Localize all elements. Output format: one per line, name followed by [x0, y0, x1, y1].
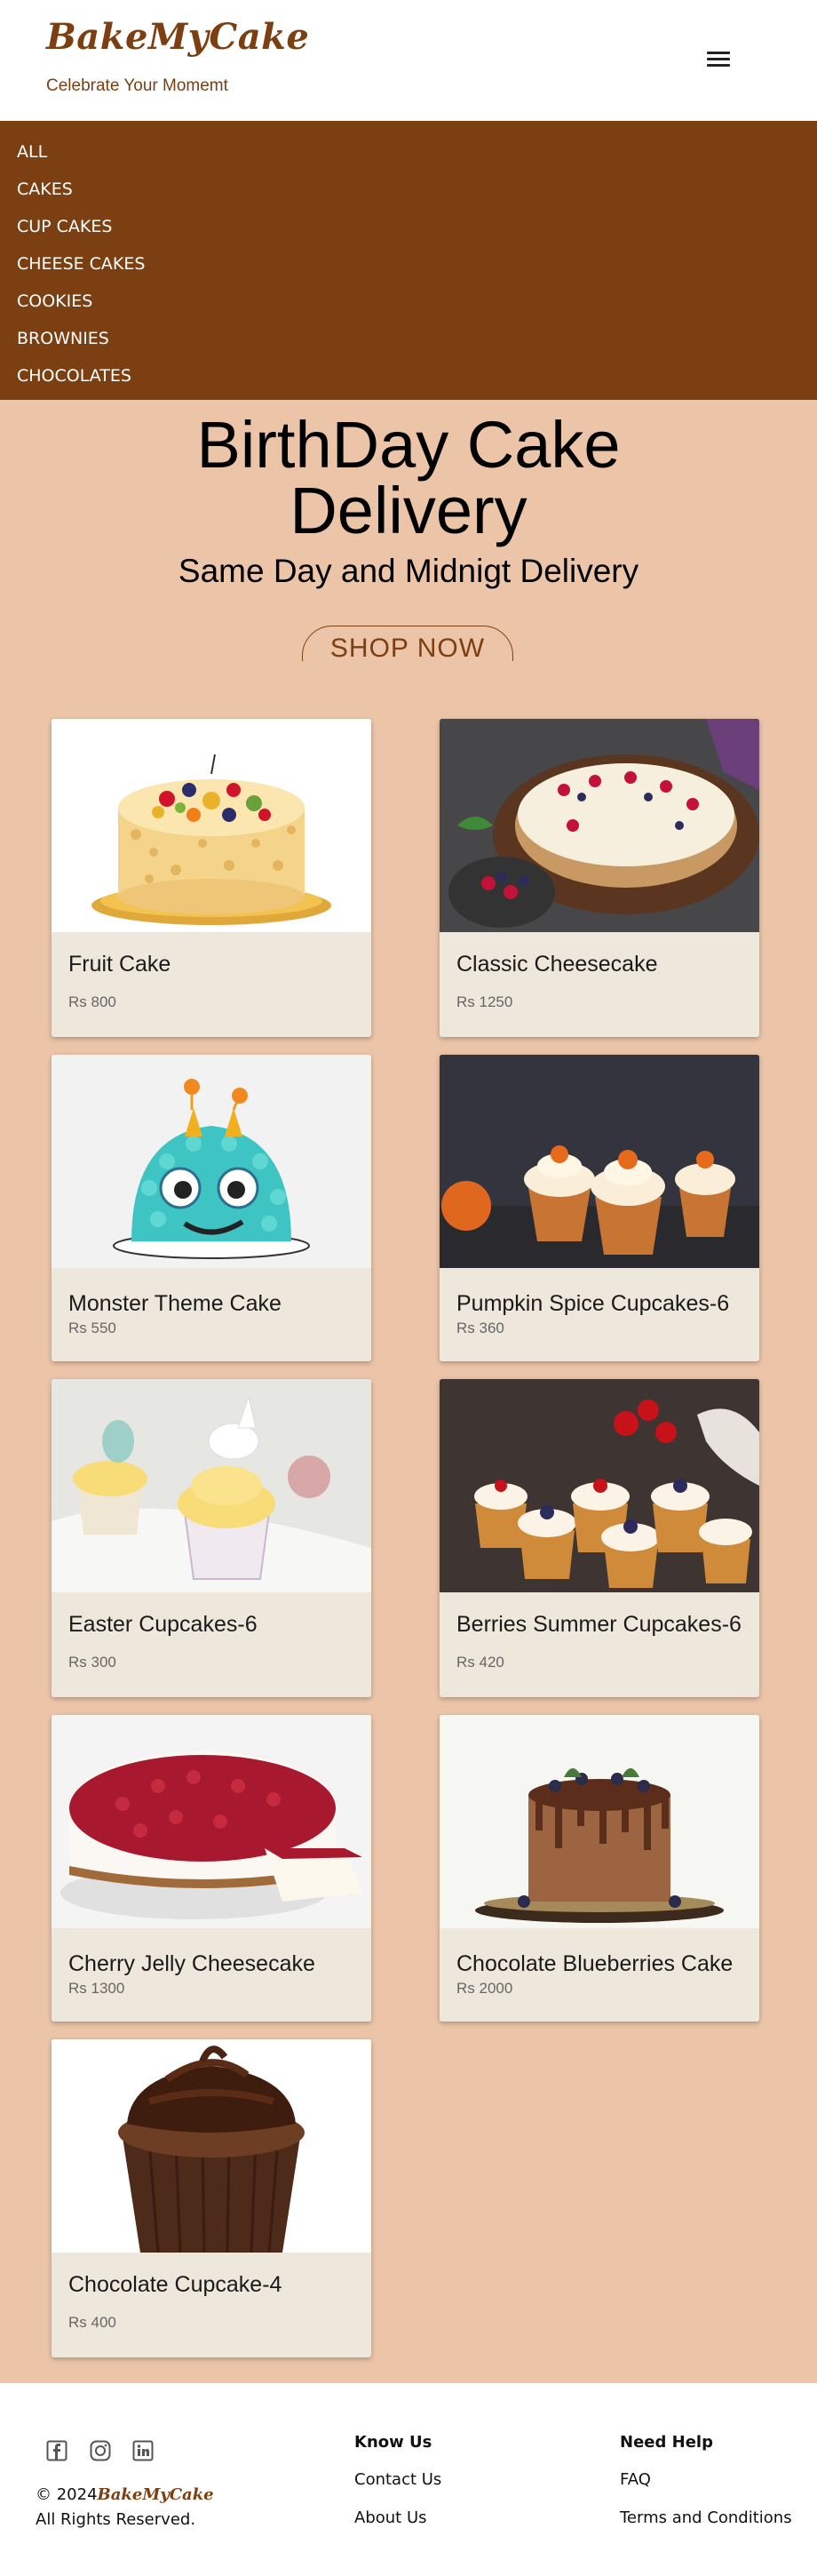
product-image-pumpkin-spice-cupcakes — [440, 1055, 759, 1268]
product-card[interactable]: Cherry Jelly Cheesecake Rs 1300 — [52, 1715, 371, 2022]
hero-subtitle: Same Day and Midnigt Delivery — [178, 553, 639, 589]
nav-item-chocolates[interactable]: CHOCOLATES — [0, 357, 817, 395]
hero-title: BirthDay Cake Delivery — [196, 408, 621, 547]
shop-now-button-wrap: SHOP NOW — [302, 626, 517, 661]
product-price: Rs 800 — [68, 993, 116, 1010]
copyright-prefix: © 2024 — [36, 2485, 98, 2504]
product-card[interactable]: Chocolate Cupcake-4 Rs 400 — [52, 2039, 371, 2357]
copyright: © 2024BakeMyCake All Rights Reserved. — [36, 2483, 214, 2532]
product-name: Monster Theme Cake — [68, 1291, 282, 1316]
facebook-icon[interactable] — [46, 2440, 67, 2461]
footer-link-terms[interactable]: Terms and Conditions — [620, 2508, 792, 2527]
product-name: Cherry Jelly Cheesecake — [68, 1951, 315, 1976]
product-card[interactable]: Fruit Cake Rs 800 — [52, 719, 371, 1037]
product-image-chocolate-blueberries-cake — [440, 1715, 759, 1928]
product-name: Chocolate Cupcake-4 — [68, 2272, 282, 2297]
product-image-berries-summer-cupcakes — [440, 1379, 759, 1592]
product-name: Fruit Cake — [68, 952, 171, 977]
product-name-clip: Chocolate Blueberries Cake — [440, 1951, 759, 1976]
product-name-clip: Cherry Jelly Cheesecake — [52, 1951, 371, 1976]
brand-logo[interactable]: BakeMyCake — [46, 16, 309, 58]
linkedin-icon[interactable] — [132, 2440, 154, 2461]
nav-item-cheese-cakes[interactable]: CHEESE CAKES — [0, 245, 817, 283]
rights-text: All Rights Reserved. — [36, 2510, 196, 2529]
product-price: Rs 1300 — [68, 1980, 125, 1997]
main-content: BirthDay Cake Delivery Same Day and Midn… — [0, 400, 817, 2383]
product-card[interactable]: Easter Cupcakes-6 Rs 300 — [52, 1379, 371, 1697]
footer-link-contact-us[interactable]: Contact Us — [354, 2470, 441, 2489]
nav-item-brownies[interactable]: BROWNIES — [0, 320, 817, 357]
product-price: Rs 1250 — [456, 993, 513, 1010]
hero-section: BirthDay Cake Delivery Same Day and Midn… — [0, 400, 817, 590]
product-image-classic-cheesecake — [440, 719, 759, 932]
site-header: BakeMyCake Celebrate Your Momemt — [0, 0, 817, 121]
product-image-fruit-cake — [52, 719, 371, 932]
product-card[interactable]: Chocolate Blueberries Cake Rs 2000 — [440, 1715, 759, 2022]
product-card[interactable]: Classic Cheesecake Rs 1250 — [440, 719, 759, 1037]
nav-item-cup-cakes[interactable]: CUP CAKES — [0, 208, 817, 245]
product-card[interactable]: Berries Summer Cupcakes-6 Rs 420 — [440, 1379, 759, 1697]
product-price: Rs 360 — [456, 1320, 504, 1336]
instagram-icon[interactable] — [90, 2440, 111, 2461]
footer-heading-need-help: Need Help — [620, 2433, 713, 2452]
footer-heading-know-us: Know Us — [354, 2433, 432, 2452]
product-card[interactable]: Monster Theme Cake Rs 550 — [52, 1055, 371, 1361]
product-name: Classic Cheesecake — [456, 952, 658, 977]
site-footer: © 2024BakeMyCake All Rights Reserved. Kn… — [0, 2383, 817, 2576]
product-price: Rs 2000 — [456, 1980, 513, 1997]
product-image-chocolate-cupcake — [52, 2039, 371, 2253]
nav-item-cakes[interactable]: CAKES — [0, 171, 817, 208]
nav-item-all[interactable]: ALL — [0, 133, 817, 171]
product-image-cherry-jelly-cheesecake — [52, 1715, 371, 1928]
product-price: Rs 400 — [68, 2314, 116, 2331]
product-name: Chocolate Blueberries Cake — [456, 1951, 734, 1976]
footer-link-about-us[interactable]: About Us — [354, 2508, 427, 2527]
brand-tagline: Celebrate Your Momemt — [46, 76, 228, 95]
category-nav: ALL CAKES CUP CAKES CHEESE CAKES COOKIES… — [0, 121, 817, 400]
hamburger-menu-icon[interactable] — [707, 52, 730, 69]
product-price: Rs 300 — [68, 1654, 116, 1671]
product-name: Pumpkin Spice Cupcakes-6 — [456, 1291, 730, 1316]
product-name-clip: Pumpkin Spice Cupcakes-6 — [440, 1291, 759, 1316]
product-price: Rs 420 — [456, 1654, 504, 1671]
shop-now-button[interactable]: SHOP NOW — [302, 626, 513, 661]
product-name: Berries Summer Cupcakes-6 — [456, 1612, 742, 1637]
product-card[interactable]: Pumpkin Spice Cupcakes-6 Rs 360 — [440, 1055, 759, 1361]
footer-link-faq[interactable]: FAQ — [620, 2470, 651, 2489]
product-name-clip: Monster Theme Cake — [52, 1291, 371, 1316]
product-image-easter-cupcakes — [52, 1379, 371, 1592]
product-price: Rs 550 — [68, 1320, 116, 1336]
nav-item-cookies[interactable]: COOKIES — [0, 283, 817, 320]
product-name: Easter Cupcakes-6 — [68, 1612, 258, 1637]
copyright-brand: BakeMyCake — [97, 2485, 214, 2504]
product-image-monster-theme-cake — [52, 1055, 371, 1268]
